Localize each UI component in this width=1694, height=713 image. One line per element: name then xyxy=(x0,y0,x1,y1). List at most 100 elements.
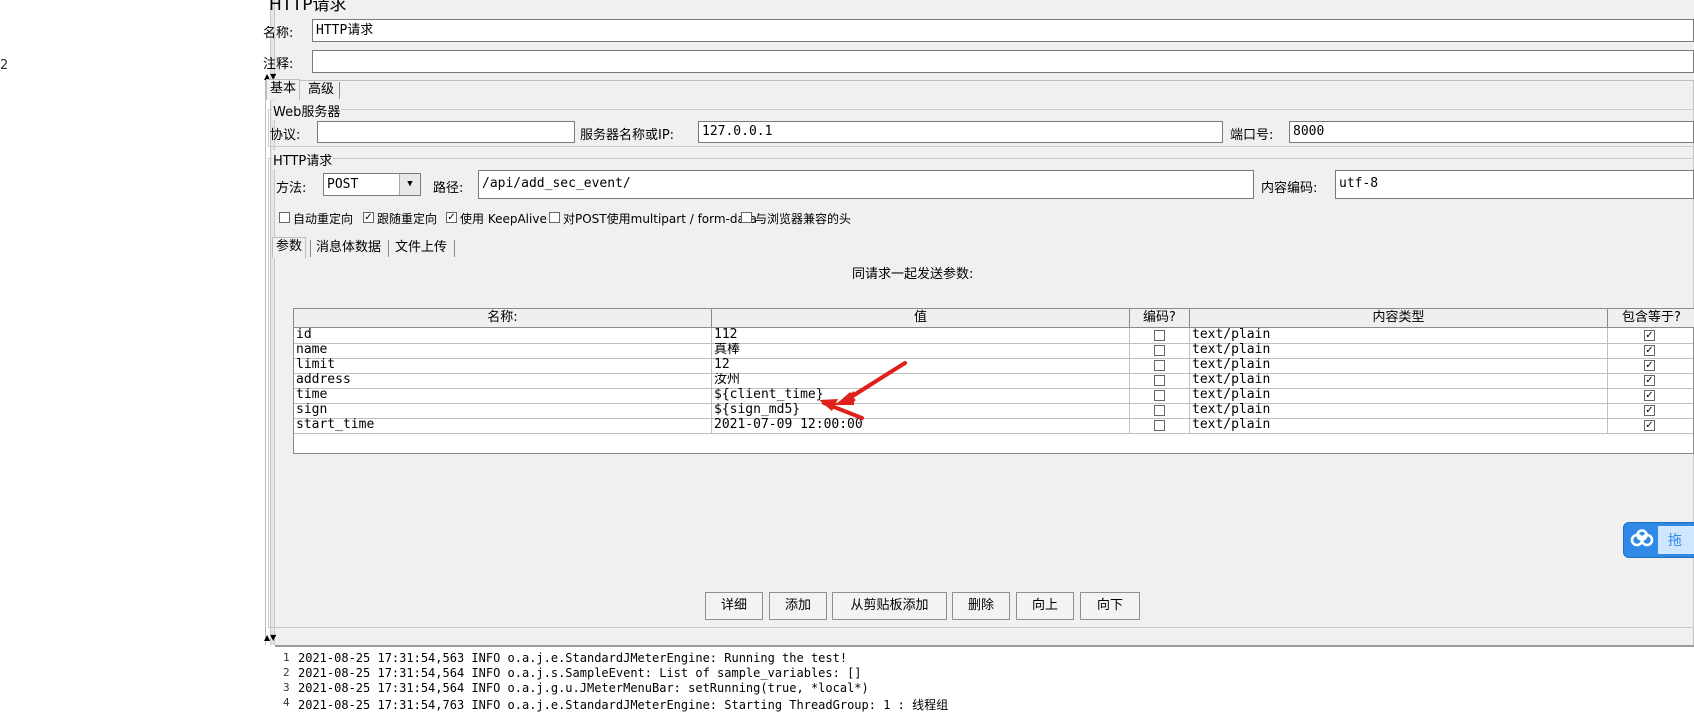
param-include-equals-cell[interactable]: ✓ xyxy=(1608,328,1694,343)
add-button[interactable]: 添加 xyxy=(769,592,827,620)
log-console[interactable]: 1 2021-08-25 17:31:54,563 INFO o.a.j.e.S… xyxy=(275,645,1694,712)
param-name-cell[interactable]: time xyxy=(294,388,712,403)
param-value-cell[interactable]: 真棒 xyxy=(712,343,1130,358)
param-include-equals-cell[interactable]: ✓ xyxy=(1608,388,1694,403)
tab-body-data[interactable]: 消息体数据 xyxy=(313,239,384,257)
include-equals-checkbox[interactable]: ✓ xyxy=(1644,420,1655,431)
param-encode-cell[interactable] xyxy=(1130,343,1190,358)
param-encode-cell[interactable] xyxy=(1130,403,1190,418)
table-row[interactable]: id 112 text/plain ✓ xyxy=(294,328,1693,344)
server-field[interactable]: 127.0.0.1 xyxy=(698,121,1223,143)
column-header-value[interactable]: 值 xyxy=(712,309,1130,328)
include-equals-checkbox[interactable]: ✓ xyxy=(1644,330,1655,341)
tree-pane: 2 xyxy=(0,0,270,707)
tab-file-upload[interactable]: 文件上传 xyxy=(392,239,450,257)
param-encode-cell[interactable] xyxy=(1130,328,1190,343)
param-content-type-cell[interactable]: text/plain xyxy=(1190,358,1608,373)
column-header-name[interactable]: 名称: xyxy=(294,309,712,328)
add-from-clipboard-button[interactable]: 从剪贴板添加 xyxy=(832,592,947,620)
param-name-cell[interactable]: id xyxy=(294,328,712,343)
auto-redirect-checkbox[interactable] xyxy=(279,212,290,223)
param-value-cell[interactable]: 汝州 xyxy=(712,373,1130,388)
param-include-equals-cell[interactable]: ✓ xyxy=(1608,373,1694,388)
param-include-equals-cell[interactable]: ✓ xyxy=(1608,358,1694,373)
param-include-equals-cell[interactable]: ✓ xyxy=(1608,343,1694,358)
encode-checkbox[interactable] xyxy=(1154,420,1165,431)
param-content-type-cell[interactable]: text/plain xyxy=(1190,403,1608,418)
tab-basic[interactable]: 基本 xyxy=(266,79,301,100)
param-value-cell[interactable]: ${sign_md5} xyxy=(712,403,1130,418)
comment-field[interactable] xyxy=(312,50,1694,73)
port-label: 端口号: xyxy=(1230,128,1274,143)
param-content-type-cell[interactable]: text/plain xyxy=(1190,328,1608,343)
param-encode-cell[interactable] xyxy=(1130,358,1190,373)
param-name-cell[interactable]: limit xyxy=(294,358,712,373)
follow-redirect-checkbox[interactable]: ✓ xyxy=(363,212,374,223)
tree-item-fragment[interactable]: 2 xyxy=(0,58,8,73)
name-field-value: HTTP请求 xyxy=(316,23,374,38)
param-encode-cell[interactable] xyxy=(1130,373,1190,388)
table-row[interactable]: limit 12 text/plain ✓ xyxy=(294,358,1693,374)
move-down-button[interactable]: 向下 xyxy=(1080,592,1140,620)
encode-checkbox[interactable] xyxy=(1154,360,1165,371)
include-equals-checkbox[interactable]: ✓ xyxy=(1644,375,1655,386)
include-equals-checkbox[interactable]: ✓ xyxy=(1644,360,1655,371)
param-value-cell[interactable]: 12 xyxy=(712,358,1130,373)
cloud-drive-widget[interactable]: 拖 xyxy=(1623,522,1694,558)
include-equals-checkbox[interactable]: ✓ xyxy=(1644,345,1655,356)
multipart-checkbox[interactable] xyxy=(549,212,560,223)
param-content-type-cell[interactable]: text/plain xyxy=(1190,343,1608,358)
include-equals-checkbox[interactable]: ✓ xyxy=(1644,405,1655,416)
param-name-cell[interactable]: address xyxy=(294,373,712,388)
param-encode-cell[interactable] xyxy=(1130,388,1190,403)
param-content-type-cell[interactable]: text/plain xyxy=(1190,388,1608,403)
port-field[interactable]: 8000 xyxy=(1289,121,1694,143)
table-row[interactable]: address 汝州 text/plain ✓ xyxy=(294,373,1693,389)
move-up-button[interactable]: 向上 xyxy=(1016,592,1074,620)
web-server-group-title: Web服务器 xyxy=(272,101,342,120)
include-equals-checkbox[interactable]: ✓ xyxy=(1644,390,1655,401)
column-header-include-equals[interactable]: 包含等于? xyxy=(1608,309,1694,328)
protocol-label: 协议: xyxy=(270,128,301,143)
param-name-cell[interactable]: name xyxy=(294,343,712,358)
param-value-cell[interactable]: ${client_time} xyxy=(712,388,1130,403)
column-header-content-type[interactable]: 内容类型 xyxy=(1190,309,1608,328)
table-row[interactable]: time ${client_time} text/plain ✓ xyxy=(294,388,1693,404)
param-value-cell[interactable]: 112 xyxy=(712,328,1130,343)
table-row[interactable]: start_time 2021-07-09 12:00:00 text/plain ✓ xyxy=(294,418,1693,434)
log-line-text: 2021-08-25 17:31:54,563 INFO o.a.j.e.Sta… xyxy=(298,651,848,665)
chevron-down-icon[interactable]: ▼ xyxy=(399,174,420,195)
param-include-equals-cell[interactable]: ✓ xyxy=(1608,403,1694,418)
table-row[interactable]: sign ${sign_md5} text/plain ✓ xyxy=(294,403,1693,419)
param-include-equals-cell[interactable]: ✓ xyxy=(1608,418,1694,433)
encode-checkbox[interactable] xyxy=(1154,390,1165,401)
name-field[interactable]: HTTP请求 xyxy=(312,19,1694,42)
column-header-encode[interactable]: 编码? xyxy=(1130,309,1190,328)
annotation-arrow-time-head xyxy=(834,391,854,405)
tab-advanced[interactable]: 高级 xyxy=(305,81,337,99)
param-content-type-cell[interactable]: text/plain xyxy=(1190,418,1608,433)
param-encode-cell[interactable] xyxy=(1130,418,1190,433)
param-content-type-cell[interactable]: text/plain xyxy=(1190,373,1608,388)
encode-checkbox[interactable] xyxy=(1154,405,1165,416)
browser-headers-checkbox[interactable] xyxy=(741,212,752,223)
keepalive-checkbox[interactable]: ✓ xyxy=(446,212,457,223)
param-name-cell[interactable]: start_time xyxy=(294,418,712,433)
encode-checkbox[interactable] xyxy=(1154,330,1165,341)
encoding-field[interactable]: utf-8 xyxy=(1335,170,1694,199)
table-row[interactable]: name 真棒 text/plain ✓ xyxy=(294,343,1693,359)
encode-checkbox[interactable] xyxy=(1154,345,1165,356)
method-select-value: POST xyxy=(327,177,359,192)
encode-checkbox[interactable] xyxy=(1154,375,1165,386)
param-value-cell[interactable]: 2021-07-09 12:00:00 xyxy=(712,418,1130,433)
tab-parameters[interactable]: 参数 xyxy=(272,237,307,258)
path-field[interactable]: /api/add_sec_event/ xyxy=(478,170,1254,199)
delete-button[interactable]: 删除 xyxy=(952,592,1010,620)
auto-redirect-label: 自动重定向 xyxy=(293,212,354,226)
method-select[interactable]: POST ▼ xyxy=(323,173,421,196)
detail-button[interactable]: 详细 xyxy=(705,592,763,620)
param-name-cell[interactable]: sign xyxy=(294,403,712,418)
name-label: 名称: xyxy=(263,26,294,41)
protocol-field[interactable] xyxy=(317,121,575,143)
splitter-arrows-icon[interactable]: ▲▼ xyxy=(264,633,276,642)
